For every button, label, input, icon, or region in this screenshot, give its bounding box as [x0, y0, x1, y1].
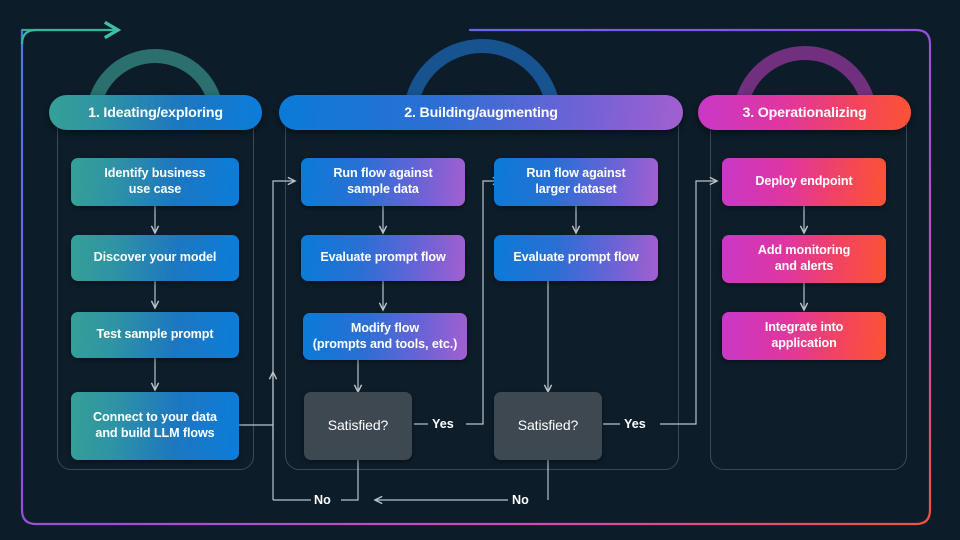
node-evaluate-prompt-flow-2[interactable]: Evaluate prompt flow [494, 235, 658, 281]
node-line2: (prompts and tools, etc.) [312, 336, 458, 351]
node-modify-flow[interactable]: Modify flow (prompts and tools, etc.) [303, 313, 467, 360]
node-satisfied-2[interactable]: Satisfied? [494, 392, 602, 460]
column-header-3-label: 3. Operationalizing [742, 104, 867, 121]
node-line1: Connect to your data [93, 410, 217, 425]
node-line1: Test sample prompt [96, 327, 214, 342]
node-line2: larger dataset [535, 182, 617, 196]
edge-label-no-1: No [314, 493, 331, 507]
node-line1: Evaluate prompt flow [320, 250, 446, 265]
node-deploy-endpoint[interactable]: Deploy endpoint [722, 158, 886, 206]
column-header-3[interactable]: 3. Operationalizing [698, 95, 911, 130]
node-line2: application [771, 336, 837, 350]
node-line1: Satisfied? [327, 417, 389, 434]
node-run-flow-larger-dataset[interactable]: Run flow against larger dataset [494, 158, 658, 206]
node-line1: Deploy endpoint [755, 174, 853, 189]
node-line1: Add monitoring [757, 243, 851, 258]
node-line1: Identify business [104, 166, 206, 181]
diagram-canvas: 1. Ideating/exploring 2. Building/augmen… [0, 0, 960, 540]
node-test-sample-prompt[interactable]: Test sample prompt [71, 312, 239, 358]
column-header-2-label: 2. Building/augmenting [404, 104, 558, 121]
column-header-1[interactable]: 1. Ideating/exploring [49, 95, 262, 130]
node-line1: Discover your model [93, 250, 217, 265]
edge-label-yes-1: Yes [432, 417, 454, 431]
node-line1: Evaluate prompt flow [513, 250, 639, 265]
node-line2: use case [128, 182, 182, 196]
node-line1: Run flow against [526, 166, 626, 181]
edge-label-no-2: No [512, 493, 529, 507]
node-run-flow-sample-data[interactable]: Run flow against sample data [301, 158, 465, 206]
node-add-monitoring-and-alerts[interactable]: Add monitoring and alerts [722, 235, 886, 283]
node-discover-your-model[interactable]: Discover your model [71, 235, 239, 281]
outer-border-top-arrow [20, 20, 122, 45]
node-integrate-into-application[interactable]: Integrate into application [722, 312, 886, 360]
edge-label-yes-2: Yes [624, 417, 646, 431]
node-line1: Integrate into [764, 320, 844, 335]
node-line1: Modify flow [350, 320, 420, 335]
node-line2: sample data [347, 182, 419, 196]
column-header-1-label: 1. Ideating/exploring [88, 104, 223, 121]
node-evaluate-prompt-flow-1[interactable]: Evaluate prompt flow [301, 235, 465, 281]
node-line1: Run flow against [333, 166, 433, 181]
node-line2: and alerts [774, 259, 834, 273]
node-line2: and build LLM flows [95, 426, 215, 440]
node-line1: Satisfied? [517, 417, 579, 434]
node-connect-to-your-data[interactable]: Connect to your data and build LLM flows [71, 392, 239, 460]
node-satisfied-1[interactable]: Satisfied? [304, 392, 412, 460]
column-header-2[interactable]: 2. Building/augmenting [279, 95, 683, 130]
node-identify-business-use-case[interactable]: Identify business use case [71, 158, 239, 206]
